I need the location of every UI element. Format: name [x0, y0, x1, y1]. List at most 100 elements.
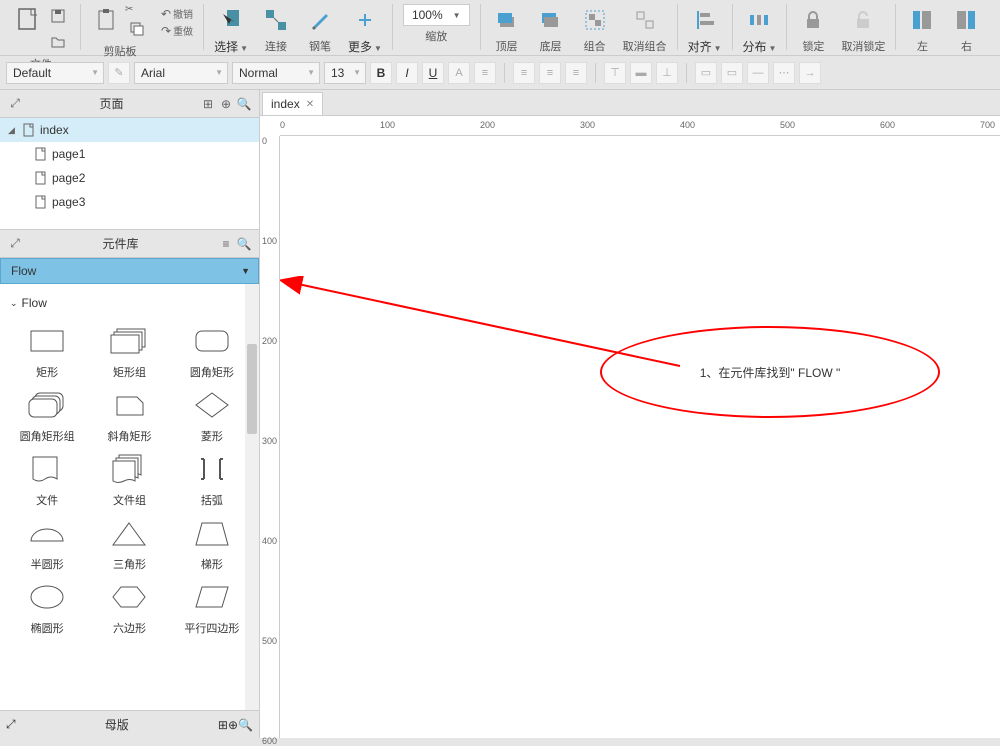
shape-1[interactable]: 矩形组 [90, 324, 168, 380]
line-style[interactable]: ⋯ [773, 62, 795, 84]
connect-group[interactable]: 连接 [254, 4, 298, 54]
pen-icon[interactable] [304, 4, 336, 36]
redo-button[interactable]: ↷重做 [161, 23, 193, 38]
distribute-button[interactable]: 分布▼ [737, 4, 783, 55]
canvas[interactable]: 1、在元件库找到" FLOW " [280, 136, 1000, 738]
valign-top[interactable]: ⊤ [604, 62, 626, 84]
add-master-icon[interactable]: ⊕ [228, 718, 238, 732]
select-icon[interactable] [215, 4, 247, 36]
search-icon[interactable]: 🔍 [235, 235, 253, 253]
shape-12[interactable]: 椭圆形 [8, 580, 86, 636]
clipboard-group: ✂ 剪贴板 [85, 4, 155, 59]
lock-button[interactable]: 锁定 [791, 4, 835, 54]
search-icon[interactable]: 🔍 [238, 718, 253, 732]
shape-13[interactable]: 六边形 [90, 580, 168, 636]
tab-strip: index ✕ [260, 90, 1000, 116]
unlock-icon [847, 4, 879, 36]
collapse-icon[interactable]: ⤢ [6, 95, 24, 113]
arrow-style[interactable]: → [799, 62, 821, 84]
shape-2[interactable]: 圆角矩形 [173, 324, 251, 380]
italic-button[interactable]: I [396, 62, 418, 84]
shape-0[interactable]: 矩形 [8, 324, 86, 380]
underline-button[interactable]: U [422, 62, 444, 84]
page-icon [22, 123, 36, 137]
align-left-button[interactable]: ≡ [513, 62, 535, 84]
shape-14[interactable]: 平行四边形 [173, 580, 251, 636]
more-group[interactable]: 更多▼ [342, 4, 388, 55]
add-folder-icon[interactable]: ⊞ [218, 718, 228, 732]
tree-row-page1[interactable]: page1 [0, 142, 259, 166]
menu-icon[interactable]: ≡ [217, 235, 235, 253]
collapse-icon[interactable]: ⤢ [6, 717, 16, 732]
ungroup-button[interactable]: 取消组合 [617, 4, 673, 54]
shape-6[interactable]: 文件 [8, 452, 86, 508]
undo-button[interactable]: ↶撤销 [161, 6, 193, 21]
bottom-icon [535, 4, 567, 36]
page-tree: ◢ index page1 page2 page3 [0, 118, 259, 230]
shape-9[interactable]: 半圆形 [8, 516, 86, 572]
shape-5[interactable]: 菱形 [173, 388, 251, 444]
valign-bot[interactable]: ⊥ [656, 62, 678, 84]
distribute-icon [743, 4, 775, 36]
style-edit[interactable]: ✎ [108, 62, 130, 84]
format-bar: Default▼ ✎ Arial▼ Normal▼ 13▼ B I U A ≡ … [0, 56, 1000, 90]
align-right-button[interactable]: ≡ [565, 62, 587, 84]
add-page-icon[interactable]: ⊕ [217, 95, 235, 113]
zoom-select[interactable]: 100%▼ [403, 4, 470, 26]
font-select[interactable]: Arial▼ [134, 62, 228, 84]
align-button[interactable]: 对齐▼ [682, 4, 728, 55]
connect-icon[interactable] [260, 4, 292, 36]
align-icon [689, 4, 721, 36]
style-select[interactable]: Default▼ [6, 62, 104, 84]
ruler-vertical: 0100200300400500600 [260, 136, 280, 738]
weight-select[interactable]: Normal▼ [232, 62, 320, 84]
valign-mid[interactable]: ▬ [630, 62, 652, 84]
shape-11[interactable]: 梯形 [173, 516, 251, 572]
shape-7[interactable]: 文件组 [90, 452, 168, 508]
bottom-layer[interactable]: 底层 [529, 4, 573, 54]
top-layer[interactable]: 顶层 [485, 4, 529, 54]
search-icon[interactable]: 🔍 [235, 95, 253, 113]
canvas-area: index ✕ 0100200300400500600700 010020030… [260, 90, 1000, 738]
bold-button[interactable]: B [370, 62, 392, 84]
library-dropdown[interactable]: Flow▼ [0, 258, 259, 284]
cut-icon[interactable]: ✂ [125, 4, 149, 15]
fill-color[interactable]: ▭ [695, 62, 717, 84]
size-select[interactable]: 13▼ [324, 62, 366, 84]
shape-8[interactable]: 括弧 [173, 452, 251, 508]
pen-group[interactable]: 钢笔 [298, 4, 342, 54]
more-icon[interactable] [349, 4, 381, 36]
sidebar: ⤢ 页面 ⊞ ⊕ 🔍 ◢ index page1 page2 page3 [0, 90, 260, 738]
bullet-button[interactable]: ≡ [474, 62, 496, 84]
ungroup-icon [629, 4, 661, 36]
open-icon[interactable] [46, 30, 70, 54]
library-section[interactable]: ⌄Flow [4, 292, 255, 314]
align-center-button[interactable]: ≡ [539, 62, 561, 84]
library-body: ⌄Flow 矩形矩形组圆角矩形圆角矩形组斜角矩形菱形文件文件组括弧半圆形三角形梯… [0, 284, 259, 710]
add-folder-icon[interactable]: ⊞ [199, 95, 217, 113]
tree-row-page2[interactable]: page2 [0, 166, 259, 190]
tree-row-page3[interactable]: page3 [0, 190, 259, 214]
tab-index[interactable]: index ✕ [262, 92, 323, 115]
shape-3[interactable]: 圆角矩形组 [8, 388, 86, 444]
dock-right[interactable]: 右 [944, 4, 988, 54]
collapse-icon[interactable]: ⤢ [6, 235, 24, 253]
dock-left[interactable]: 左 [900, 4, 944, 54]
scrollbar[interactable] [245, 284, 259, 710]
shape-4[interactable]: 斜角矩形 [90, 388, 168, 444]
paste-icon[interactable] [91, 4, 123, 36]
unlock-button[interactable]: 取消锁定 [835, 4, 891, 54]
pages-panel-header: ⤢ 页面 ⊞ ⊕ 🔍 [0, 90, 259, 118]
save-icon[interactable] [46, 4, 70, 28]
group-button[interactable]: 组合 [573, 4, 617, 54]
tree-row-index[interactable]: ◢ index [0, 118, 259, 142]
library-panel-header: ⤢ 元件库 ≡ 🔍 [0, 230, 259, 258]
copy-icon[interactable] [125, 17, 149, 41]
close-icon[interactable]: ✕ [306, 99, 314, 110]
line-width[interactable]: — [747, 62, 769, 84]
shape-10[interactable]: 三角形 [90, 516, 168, 572]
new-file-icon[interactable] [12, 4, 44, 36]
text-color[interactable]: A [448, 62, 470, 84]
line-color[interactable]: ▭ [721, 62, 743, 84]
select-group[interactable]: 选择▼ [208, 4, 254, 55]
